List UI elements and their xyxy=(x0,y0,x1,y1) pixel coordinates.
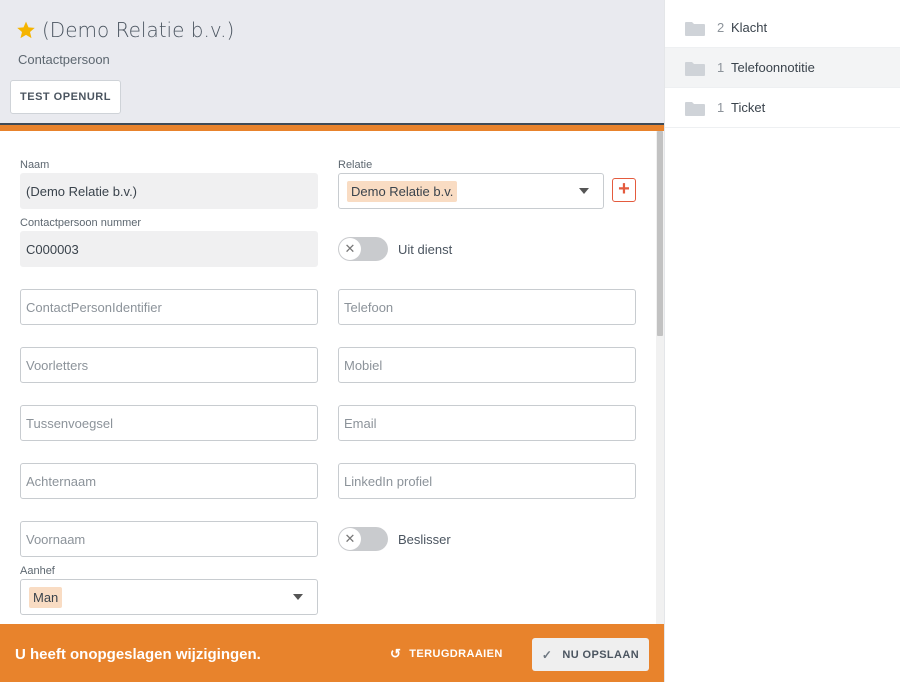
voornaam-field[interactable]: Voornaam xyxy=(20,521,318,557)
save-button[interactable]: ✓ NU OPSLAAN xyxy=(532,638,649,671)
unsaved-bar: U heeft onopgeslagen wijzigingen. ↺ TERUG… xyxy=(0,624,664,682)
aanhef-label: Aanhef xyxy=(20,565,55,577)
title-row: (Demo Relatie b.v.) xyxy=(16,18,234,42)
linkedin-field[interactable]: LinkedIn profiel xyxy=(338,463,636,499)
folder-icon xyxy=(685,62,705,76)
beslisser-toggle[interactable]: ✕ xyxy=(338,527,388,551)
relatie-select[interactable]: Demo Relatie b.v. xyxy=(338,173,604,209)
aanhef-select[interactable]: Man xyxy=(20,579,318,615)
achternaam-field[interactable]: Achternaam xyxy=(20,463,318,499)
naam-field[interactable]: (Demo Relatie b.v.) xyxy=(20,173,318,209)
scrollbar-thumb[interactable] xyxy=(657,131,663,336)
revert-label: TERUGDRAAIEN xyxy=(409,648,503,660)
record-type: Contactpersoon xyxy=(18,52,110,67)
email-field[interactable]: Email xyxy=(338,405,636,441)
nummer-field[interactable]: C000003 xyxy=(20,231,318,267)
chevron-down-icon xyxy=(293,594,303,600)
sidebar-item-count: 1 xyxy=(717,60,725,75)
folder-icon xyxy=(685,22,705,36)
naam-label: Naam xyxy=(20,159,50,171)
nummer-label: Contactpersoon nummer xyxy=(20,217,142,229)
telefoon-field[interactable]: Telefoon xyxy=(338,289,636,325)
undo-icon: ↺ xyxy=(390,646,402,661)
add-relatie-button[interactable]: + xyxy=(612,178,636,202)
voorletters-field[interactable]: Voorletters xyxy=(20,347,318,383)
close-icon: ✕ xyxy=(339,528,361,550)
check-icon: ✓ xyxy=(541,647,553,662)
record-header: (Demo Relatie b.v.) Contactpersoon TEST … xyxy=(0,0,664,125)
beslisser-label: Beslisser xyxy=(398,532,451,547)
save-label: NU OPSLAAN xyxy=(562,648,640,661)
unsaved-message: U heeft onopgeslagen wijzigingen. xyxy=(15,646,261,663)
related-sidebar: 2 Klacht 1 Telefoonnotitie 1 Ticket xyxy=(664,0,900,682)
test-openurl-button[interactable]: TEST OPENURL xyxy=(10,80,121,114)
sidebar-item-count: 1 xyxy=(717,100,725,115)
chevron-down-icon xyxy=(579,188,589,194)
sidebar-item-label: Ticket xyxy=(731,100,766,115)
form-scrollbar[interactable] xyxy=(656,131,664,624)
sidebar-item-label: Klacht xyxy=(731,20,768,35)
sidebar-item-telefoonnotitie[interactable]: 1 Telefoonnotitie xyxy=(665,48,900,88)
tussenvoegsel-field[interactable]: Tussenvoegsel xyxy=(20,405,318,441)
sidebar-item-klacht[interactable]: 2 Klacht xyxy=(665,8,900,48)
aanhef-tag: Man xyxy=(29,586,63,608)
mobiel-field[interactable]: Mobiel xyxy=(338,347,636,383)
sidebar-item-label: Telefoonnotitie xyxy=(731,60,815,75)
uit-dienst-toggle[interactable]: ✕ xyxy=(338,237,388,261)
page-title: (Demo Relatie b.v.) xyxy=(42,18,235,42)
record-panel: (Demo Relatie b.v.) Contactpersoon TEST … xyxy=(0,0,664,682)
revert-button[interactable]: ↺ TERUGDRAAIEN xyxy=(390,646,503,662)
contact-form: Naam (Demo Relatie b.v.) Relatie Demo Re… xyxy=(0,131,656,624)
sidebar-item-count: 2 xyxy=(717,20,725,35)
uit-dienst-label: Uit dienst xyxy=(398,242,453,257)
sidebar-item-ticket[interactable]: 1 Ticket xyxy=(665,88,900,128)
folder-icon xyxy=(685,102,705,116)
star-icon[interactable] xyxy=(16,20,36,40)
close-icon: ✕ xyxy=(339,238,361,260)
relatie-label: Relatie xyxy=(338,159,373,171)
relatie-tag: Demo Relatie b.v. xyxy=(347,180,458,202)
identifier-field[interactable]: ContactPersonIdentifier xyxy=(20,289,318,325)
